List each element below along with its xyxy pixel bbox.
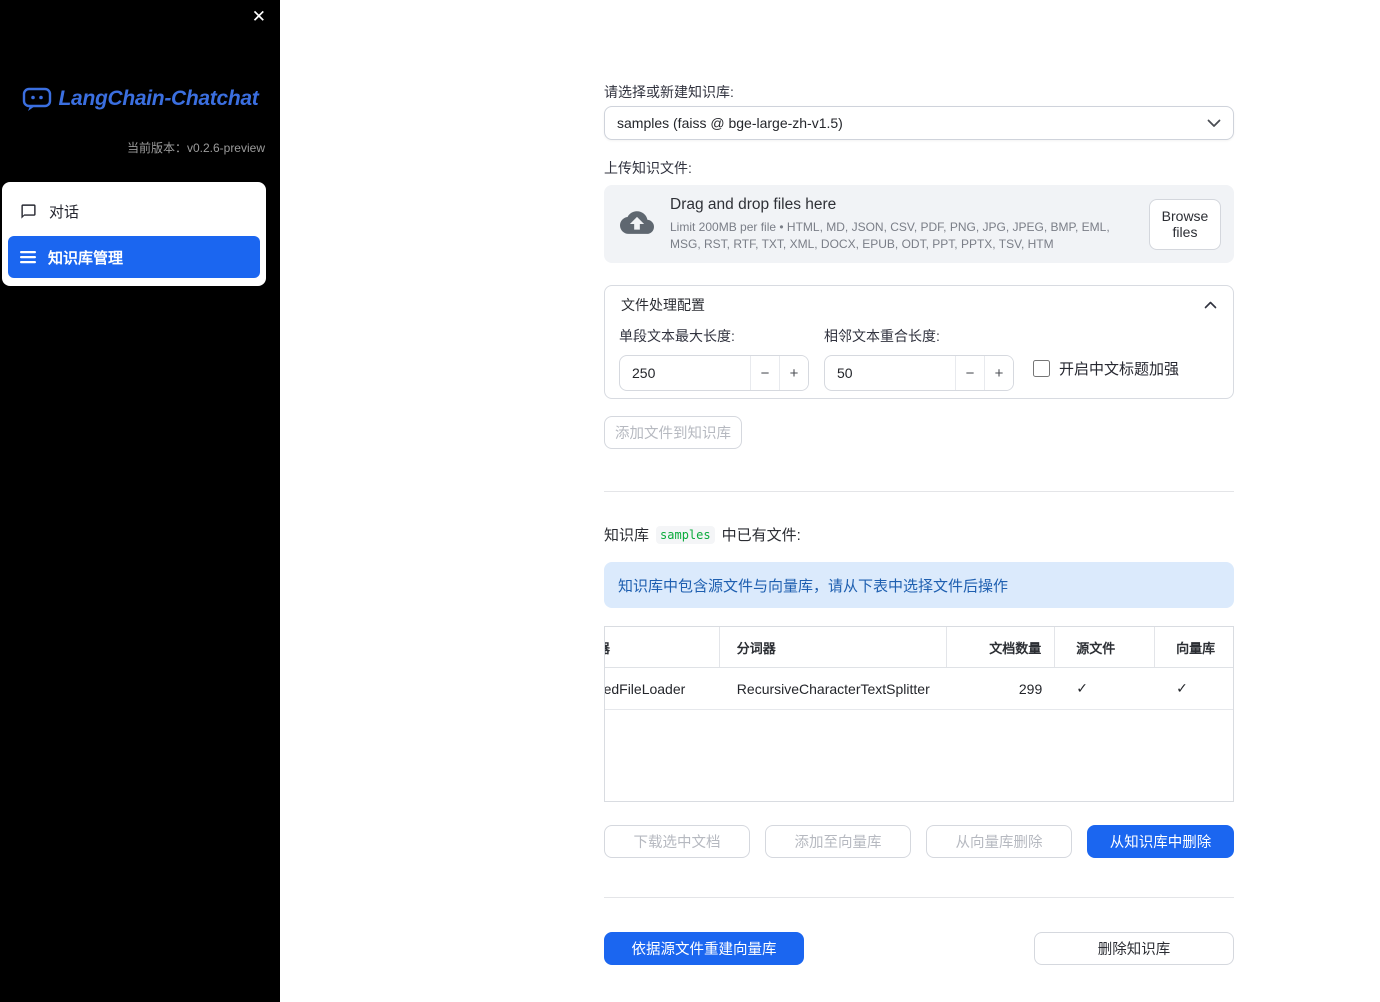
zh-title-label: 开启中文标题加强 — [1059, 361, 1180, 378]
sidebar-item-label: 知识库管理 — [48, 249, 124, 267]
file-dropzone[interactable]: Drag and drop files here Limit 200MB per… — [604, 185, 1234, 263]
dropzone-main-text: Drag and drop files here — [670, 196, 837, 214]
cell-splitter: RecursiveCharacterTextSplitter — [736, 680, 930, 697]
col-header-doc-count: 文档数量 — [947, 627, 1056, 667]
kb-select[interactable]: samples (faiss @ bge-large-zh-v1.5) — [604, 106, 1234, 140]
overlap-stepper: − + — [824, 355, 1014, 391]
list-icon — [20, 250, 36, 264]
rebuild-vector-store-button[interactable]: 依据源文件重建向量库 — [604, 932, 804, 965]
overlap-field-group: 相邻文本重合长度: − + — [824, 326, 1014, 391]
chevron-down-icon — [1207, 119, 1221, 128]
chevron-up-icon — [1204, 301, 1217, 309]
plus-button[interactable]: + — [779, 356, 808, 390]
minus-button[interactable]: − — [955, 356, 984, 390]
add-to-vector-button[interactable]: 添加至向量库 — [765, 825, 911, 858]
divider — [604, 897, 1234, 898]
zh-title-checkbox-group: 开启中文标题加强 — [1033, 358, 1179, 379]
existing-files-heading: 知识库 samples 中已有文件: — [604, 524, 801, 545]
delete-from-vector-button[interactable]: 从向量库删除 — [926, 825, 1072, 858]
existing-suffix: 中已有文件: — [721, 527, 801, 544]
main-content: 请选择或新建知识库: samples (faiss @ bge-large-zh… — [604, 0, 1234, 1002]
app-title: LangChain-Chatchat — [58, 87, 259, 110]
col-header-loader: 文档加载器 — [605, 627, 720, 667]
plus-button[interactable]: + — [984, 356, 1013, 390]
cloud-upload-icon — [620, 211, 654, 237]
overlap-input[interactable] — [825, 356, 955, 390]
add-files-button[interactable]: 添加文件到知识库 — [604, 416, 742, 449]
dropzone-limit-text: Limit 200MB per file • HTML, MD, JSON, C… — [670, 220, 1110, 251]
version-label: 当前版本：v0.2.6-preview — [126, 141, 265, 155]
table-header-row: 文档加载器 分词器 文档数量 源文件 向量库 — [605, 627, 1233, 668]
dropzone-text: Drag and drop files here Limit 200MB per… — [670, 196, 1138, 251]
delete-kb-button[interactable]: 删除知识库 — [1034, 932, 1234, 965]
delete-from-kb-button[interactable]: 从知识库中删除 — [1087, 825, 1234, 858]
files-table: 文档加载器 分词器 文档数量 源文件 向量库 UnstructuredFileL… — [604, 626, 1234, 802]
expander-header[interactable]: 文件处理配置 — [605, 286, 1233, 324]
info-text: 知识库中包含源文件与向量库，请从下表中选择文件后操作 — [618, 577, 1009, 595]
expander-title: 文件处理配置 — [621, 297, 705, 313]
upload-label: 上传知识文件: — [604, 160, 692, 176]
col-header-vector: 向量库 — [1176, 640, 1216, 656]
col-header-source: 源文件 — [1055, 627, 1156, 667]
sidebar-item-chat[interactable]: 对话 — [8, 190, 260, 232]
app-logo: LangChain-Chatchat — [10, 86, 270, 112]
download-selected-button[interactable]: 下载选中文档 — [604, 825, 750, 858]
sidebar-item-knowledge-base[interactable]: 知识库管理 — [8, 236, 260, 278]
info-banner: 知识库中包含源文件与向量库，请从下表中选择文件后操作 — [604, 562, 1234, 608]
sidebar: ✕ LangChain-Chatchat 当前版本：v0.2.6-preview… — [0, 0, 280, 1002]
minus-button[interactable]: − — [750, 356, 779, 390]
divider — [604, 491, 1234, 492]
close-icon[interactable]: ✕ — [252, 8, 266, 26]
zh-title-checkbox[interactable] — [1033, 360, 1050, 377]
max-length-field-group: 单段文本最大长度: − + — [619, 326, 809, 391]
max-length-stepper: − + — [619, 355, 809, 391]
col-header-splitter: 分词器 — [720, 627, 948, 667]
kb-name-code: samples — [656, 525, 715, 544]
browse-files-button[interactable]: Browse files — [1149, 198, 1221, 250]
cell-loader: UnstructuredFileLoader — [605, 680, 686, 697]
cell-source-check: ✓ — [1076, 680, 1088, 696]
chat-bubble-icon — [20, 203, 37, 220]
sidebar-item-label: 对话 — [49, 203, 80, 221]
kb-select-label: 请选择或新建知识库: — [604, 84, 734, 100]
overlap-label: 相邻文本重合长度: — [824, 328, 940, 344]
max-length-input[interactable] — [620, 356, 750, 390]
chat-logo-icon — [22, 86, 52, 112]
cell-vector-check: ✓ — [1176, 680, 1188, 696]
cell-doc-count: 299 — [1018, 680, 1043, 697]
file-config-expander: 文件处理配置 单段文本最大长度: − + 相邻文本重合长度: − + — [604, 285, 1234, 399]
sidebar-menu: 对话 知识库管理 — [2, 182, 266, 286]
kb-select-value: samples (faiss @ bge-large-zh-v1.5) — [617, 115, 843, 131]
max-length-label: 单段文本最大长度: — [619, 328, 735, 344]
table-row[interactable]: UnstructuredFileLoader RecursiveCharacte… — [605, 668, 1233, 710]
existing-prefix: 知识库 — [604, 527, 650, 544]
